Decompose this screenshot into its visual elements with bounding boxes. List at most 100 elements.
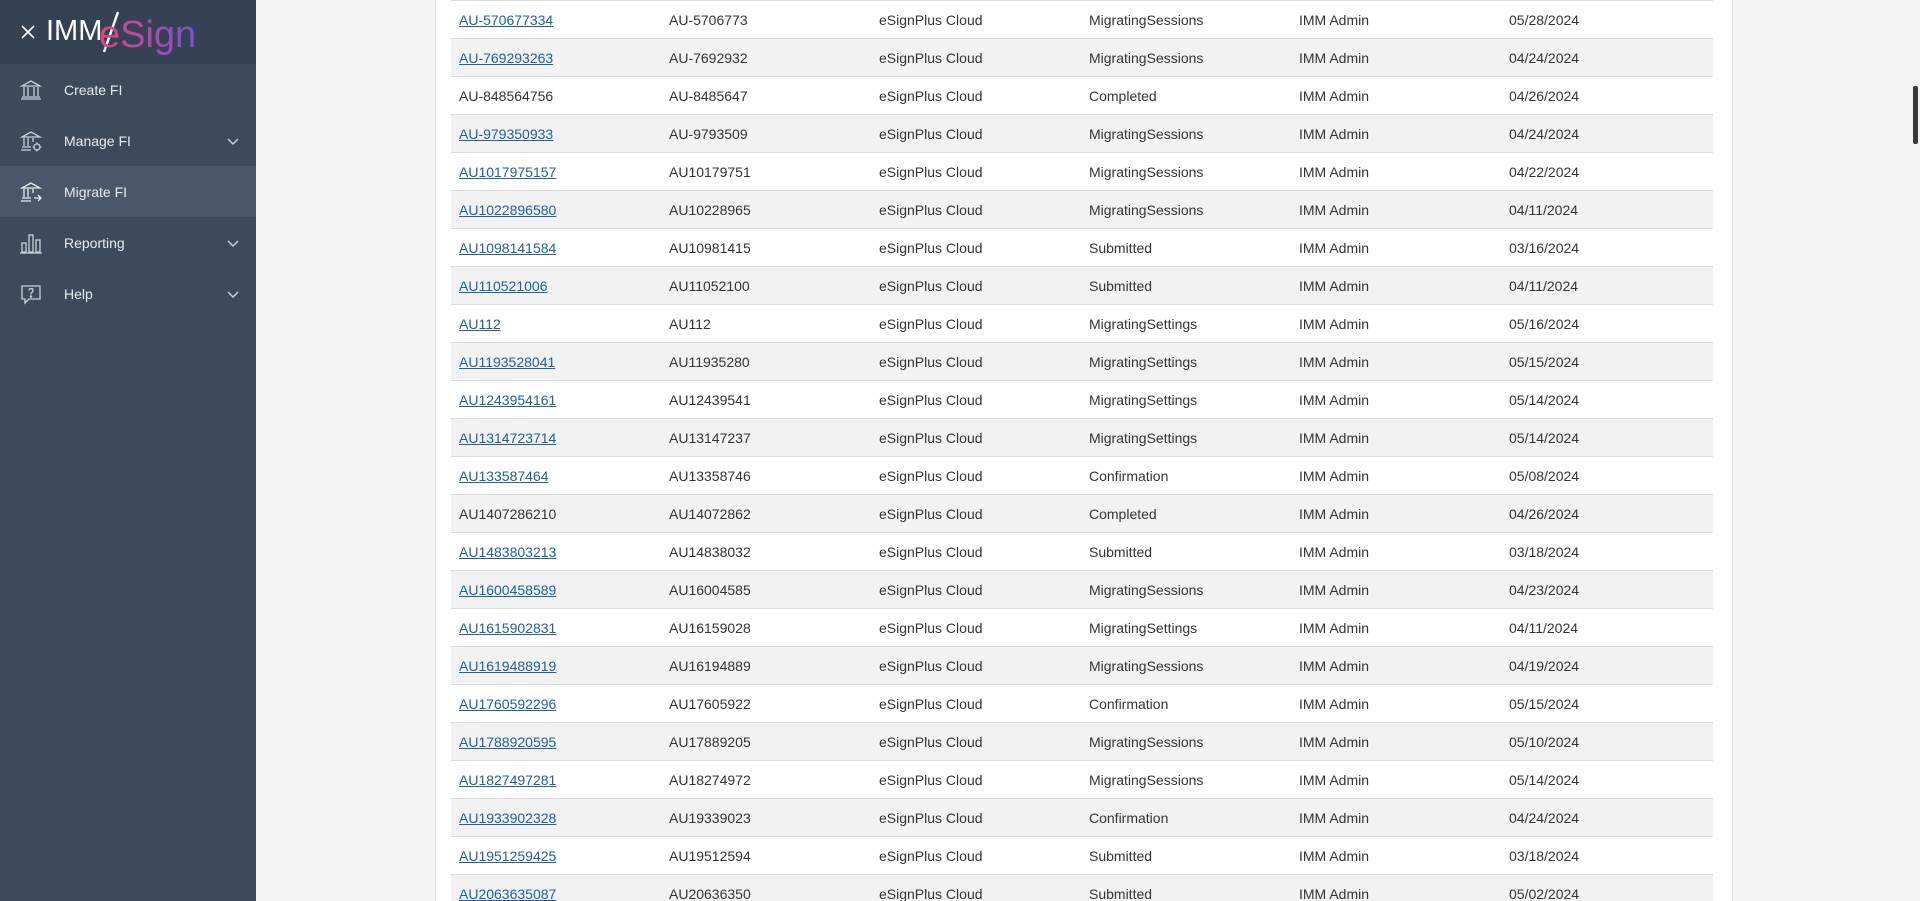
page-scrollbar[interactable] xyxy=(1911,0,1920,901)
date-cell: 04/26/2024 xyxy=(1501,76,1713,115)
migration-id-link[interactable]: AU1022896580 xyxy=(459,202,556,218)
date-text: 04/26/2024 xyxy=(1509,87,1580,104)
logo-text-esign: eSign xyxy=(99,14,196,56)
platform-cell: eSignPlus Cloud xyxy=(871,304,1081,343)
sidebar-item-manage-fi[interactable]: Manage FI xyxy=(0,115,256,166)
migration-id-link[interactable]: AU1760592296 xyxy=(459,696,556,712)
platform-cell: eSignPlus Cloud xyxy=(871,684,1081,723)
table-row: AU1788920595 AU17889205 eSignPlus Cloud Mig… xyxy=(451,722,1713,761)
code-text: AU13147237 xyxy=(669,429,751,446)
table-row: AU110521006 AU11052100 eSignPlus Cloud Subm… xyxy=(451,266,1713,305)
date-cell: 03/18/2024 xyxy=(1501,532,1713,571)
platform-cell: eSignPlus Cloud xyxy=(871,152,1081,191)
status-cell: MigratingSessions xyxy=(1081,722,1291,761)
table-row: AU1619488919 AU16194889 eSignPlus Cloud Mig… xyxy=(451,646,1713,685)
date-cell: 05/28/2024 xyxy=(1501,0,1713,39)
user-text: IMM Admin xyxy=(1299,809,1370,826)
platform-cell: eSignPlus Cloud xyxy=(871,836,1081,875)
platform-cell: eSignPlus Cloud xyxy=(871,342,1081,381)
migration-id-link[interactable]: AU1243954161 xyxy=(459,392,556,408)
migration-id-link[interactable]: AU-769293263 xyxy=(459,50,553,66)
migration-id-link[interactable]: AU1017975157 xyxy=(459,164,556,180)
platform-cell: eSignPlus Cloud xyxy=(871,798,1081,837)
code-cell: AU-5706773 xyxy=(661,0,871,39)
sidebar-item-help[interactable]: Help xyxy=(0,268,256,319)
migration-id-link[interactable]: AU1933902328 xyxy=(459,810,556,826)
date-text: 05/10/2024 xyxy=(1509,733,1580,750)
user-cell: IMM Admin xyxy=(1291,608,1501,647)
scrollbar-thumb[interactable] xyxy=(1913,86,1918,144)
migration-id-link[interactable]: AU1314723714 xyxy=(459,430,556,446)
migration-id-link[interactable]: AU1827497281 xyxy=(459,772,556,788)
status-text: MigratingSettings xyxy=(1089,619,1198,636)
migration-id-link[interactable]: AU112 xyxy=(459,316,501,332)
migration-id-link[interactable]: AU1951259425 xyxy=(459,848,556,864)
status-text: MigratingSessions xyxy=(1089,163,1204,180)
code-text: AU112 xyxy=(669,315,711,332)
platform-cell: eSignPlus Cloud xyxy=(871,38,1081,77)
status-cell: MigratingSessions xyxy=(1081,38,1291,77)
status-cell: Confirmation xyxy=(1081,456,1291,495)
platform-cell: eSignPlus Cloud xyxy=(871,76,1081,115)
user-text: IMM Admin xyxy=(1299,11,1370,28)
platform-cell: eSignPlus Cloud xyxy=(871,494,1081,533)
migration-id-link[interactable]: AU1193528041 xyxy=(459,354,555,370)
migration-id-link[interactable]: AU1600458589 xyxy=(459,582,556,598)
migration-id-link[interactable]: AU133587464 xyxy=(459,468,549,484)
sidebar-item-label: Migrate FI xyxy=(64,183,128,200)
code-text: AU16159028 xyxy=(669,619,751,636)
sidebar-item-reporting[interactable]: Reporting xyxy=(0,217,256,268)
migration-id-link[interactable]: AU2063635087 xyxy=(459,886,556,901)
platform-cell: eSignPlus Cloud xyxy=(871,0,1081,39)
user-text: IMM Admin xyxy=(1299,353,1370,370)
user-cell: IMM Admin xyxy=(1291,760,1501,799)
migration-id-link[interactable]: AU1098141584 xyxy=(459,240,556,256)
code-text: AU-7692932 xyxy=(669,49,748,66)
table-row: AU1827497281 AU18274972 eSignPlus Cloud Mig… xyxy=(451,760,1713,799)
user-text: IMM Admin xyxy=(1299,201,1370,218)
platform-text: eSignPlus Cloud xyxy=(879,353,983,370)
id-cell: AU-848564756 xyxy=(451,76,661,115)
date-text: 04/11/2024 xyxy=(1509,201,1579,218)
status-cell: Submitted xyxy=(1081,532,1291,571)
platform-text: eSignPlus Cloud xyxy=(879,391,983,408)
migration-id-text: AU1407286210 xyxy=(459,505,557,522)
user-cell: IMM Admin xyxy=(1291,494,1501,533)
migration-id-link[interactable]: AU-570677334 xyxy=(459,12,553,28)
user-text: IMM Admin xyxy=(1299,125,1370,142)
code-text: AU-8485647 xyxy=(669,87,748,104)
user-cell: IMM Admin xyxy=(1291,874,1501,901)
status-cell: MigratingSessions xyxy=(1081,0,1291,39)
status-text: MigratingSettings xyxy=(1089,315,1198,332)
user-cell: IMM Admin xyxy=(1291,228,1501,267)
sidebar-item-create-fi[interactable]: Create FI xyxy=(0,64,256,115)
migration-id-link[interactable]: AU1483803213 xyxy=(459,544,556,560)
status-cell: Submitted xyxy=(1081,874,1291,901)
id-cell: AU1098141584 xyxy=(451,228,661,267)
status-text: MigratingSettings xyxy=(1089,429,1198,446)
migration-id-link[interactable]: AU1619488919 xyxy=(459,658,556,674)
migration-id-link[interactable]: AU1788920595 xyxy=(459,734,556,750)
status-text: Confirmation xyxy=(1089,809,1169,826)
platform-text: eSignPlus Cloud xyxy=(879,657,983,674)
user-cell: IMM Admin xyxy=(1291,532,1501,571)
migration-id-text: AU-848564756 xyxy=(459,87,554,104)
date-cell: 04/24/2024 xyxy=(1501,798,1713,837)
date-cell: 05/15/2024 xyxy=(1501,684,1713,723)
migration-id-link[interactable]: AU1615902831 xyxy=(459,620,556,636)
platform-text: eSignPlus Cloud xyxy=(879,695,983,712)
status-text: Confirmation xyxy=(1089,467,1169,484)
user-cell: IMM Admin xyxy=(1291,456,1501,495)
date-cell: 03/16/2024 xyxy=(1501,228,1713,267)
close-sidebar-button[interactable] xyxy=(16,20,40,44)
table-row: AU1483803213 AU14838032 eSignPlus Cloud Sub… xyxy=(451,532,1713,571)
platform-text: eSignPlus Cloud xyxy=(879,543,983,560)
user-cell: IMM Admin xyxy=(1291,38,1501,77)
platform-text: eSignPlus Cloud xyxy=(879,505,983,522)
id-cell: AU-979350933 xyxy=(451,114,661,153)
code-text: AU16004585 xyxy=(669,581,751,598)
migration-id-link[interactable]: AU-979350933 xyxy=(459,126,553,142)
migration-id-link[interactable]: AU110521006 xyxy=(459,278,547,294)
sidebar-item-migrate-fi[interactable]: Migrate FI xyxy=(0,166,256,217)
user-cell: IMM Admin xyxy=(1291,646,1501,685)
